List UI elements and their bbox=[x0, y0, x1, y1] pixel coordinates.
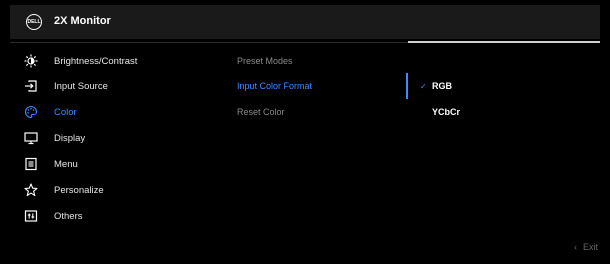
header-bar: DELL 2X Monitor bbox=[10, 5, 600, 39]
brightness-icon bbox=[24, 54, 38, 68]
menu-list-icon bbox=[24, 157, 38, 171]
menu-item-personalize[interactable]: Personalize bbox=[10, 180, 230, 200]
menu-item-display[interactable]: Display bbox=[10, 128, 230, 148]
menu-item-input-source[interactable]: Input Source bbox=[10, 76, 230, 96]
option-ycbcr[interactable]: YCbCr bbox=[420, 102, 590, 122]
submenu-item-reset-color[interactable]: Reset Color bbox=[237, 102, 397, 122]
menu-item-label: Personalize bbox=[54, 184, 104, 196]
exit-label: Exit bbox=[582, 242, 598, 252]
star-icon bbox=[24, 183, 38, 197]
input-source-icon bbox=[24, 79, 38, 93]
chevron-left-icon: ‹ bbox=[573, 242, 577, 252]
menu-item-color[interactable]: Color bbox=[10, 102, 230, 122]
menu-item-menu[interactable]: Menu bbox=[10, 154, 230, 174]
submenu-item-input-color-format[interactable]: Input Color Format bbox=[237, 76, 397, 96]
menu-item-label: Color bbox=[54, 106, 77, 118]
exit-button[interactable]: ‹ Exit bbox=[574, 242, 598, 252]
option-label: RGB bbox=[432, 81, 452, 91]
display-monitor-icon bbox=[24, 131, 38, 145]
dell-logo: DELL bbox=[26, 14, 42, 30]
option-label: YCbCr bbox=[432, 107, 461, 117]
option-rgb[interactable]: ✓ RGB bbox=[420, 76, 590, 96]
menu-item-label: Brightness/Contrast bbox=[54, 55, 138, 67]
others-icon bbox=[24, 209, 38, 223]
menu-item-label: Display bbox=[54, 132, 86, 144]
header-divider bbox=[10, 42, 408, 43]
monitor-title: 2X Monitor bbox=[54, 15, 111, 27]
menu-item-label: Menu bbox=[54, 158, 78, 170]
menu-item-label: Input Source bbox=[54, 80, 108, 92]
submenu-item-preset-modes[interactable]: Preset Modes bbox=[237, 51, 397, 71]
color-palette-icon bbox=[24, 105, 38, 119]
selection-indicator bbox=[406, 73, 408, 99]
checkmark-icon: ✓ bbox=[420, 81, 427, 91]
osd-window: DELL 2X Monitor Brightness/Contrast Inpu… bbox=[10, 5, 610, 261]
menu-item-label: Others bbox=[54, 210, 83, 222]
header-divider-highlight bbox=[408, 41, 600, 43]
menu-item-brightness-contrast[interactable]: Brightness/Contrast bbox=[10, 51, 230, 71]
menu-item-others[interactable]: Others bbox=[10, 206, 230, 226]
